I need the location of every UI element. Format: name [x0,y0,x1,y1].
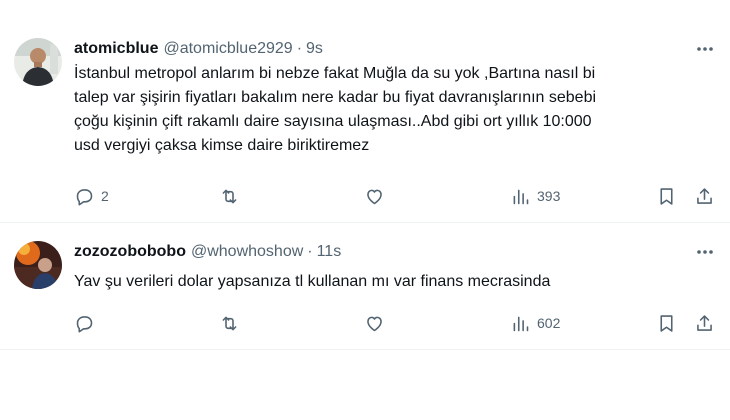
avatar[interactable] [14,241,62,289]
avatar[interactable] [14,38,62,86]
reply-icon [76,315,93,333]
share-icon [697,314,712,331]
reply-button[interactable] [74,311,101,335]
user-handle[interactable]: @whowhoshow [191,243,303,261]
timestamp[interactable]: 11s [317,243,342,261]
tweet-text: İstanbul metropol anlarım bi nebze fakat… [74,65,597,154]
tweet-header: atomicblue @atomicblue2929 · 9s [74,38,323,60]
share-button[interactable] [694,311,715,335]
retweet-icon [222,189,237,203]
views-button[interactable]: 602 [510,311,560,335]
share-icon [697,187,712,204]
bookmark-icon [660,187,673,205]
views-icon [513,189,529,204]
separator-dot: · [307,243,313,260]
bookmark-icon [660,314,673,332]
more-options-button[interactable] [694,241,716,263]
tweet-actions: 602 [74,311,719,335]
user-handle[interactable]: @atomicblue2929 [163,40,292,58]
views-count: 602 [537,315,561,331]
heart-icon [367,189,382,204]
reply-button[interactable]: 2 [74,184,109,208]
timestamp[interactable]: 9s [306,40,323,58]
retweet-button[interactable] [219,184,246,208]
retweet-button[interactable] [219,311,246,335]
separator-dot: · [296,40,303,57]
views-button[interactable]: 393 [510,184,560,208]
tweet-header: zozozobobobo @whowhoshow · 11s [74,241,341,263]
more-horizontal-icon [697,250,713,254]
tweet[interactable]: zozozobobobo @whowhoshow · 11s Yav şu ve… [0,223,730,350]
like-button[interactable] [364,311,391,335]
reply-icon [76,188,93,206]
tweet[interactable]: atomicblue @atomicblue2929 · 9s İstanbul… [0,0,730,223]
views-icon [513,316,529,331]
reply-count: 2 [101,188,109,204]
retweet-icon [222,316,237,330]
like-button[interactable] [364,184,391,208]
tweet-actions: 2 393 [74,184,719,208]
bookmark-button[interactable] [656,311,677,335]
display-name[interactable]: atomicblue [74,40,158,58]
display-name[interactable]: zozozobobobo [74,243,186,261]
bookmark-button[interactable] [656,184,677,208]
views-count: 393 [537,188,561,204]
more-options-button[interactable] [694,38,716,60]
more-horizontal-icon [697,47,713,51]
heart-icon [367,316,382,331]
share-button[interactable] [694,184,715,208]
tweet-text: Yav şu verileri dolar yapsanıza tl kulla… [74,273,551,290]
